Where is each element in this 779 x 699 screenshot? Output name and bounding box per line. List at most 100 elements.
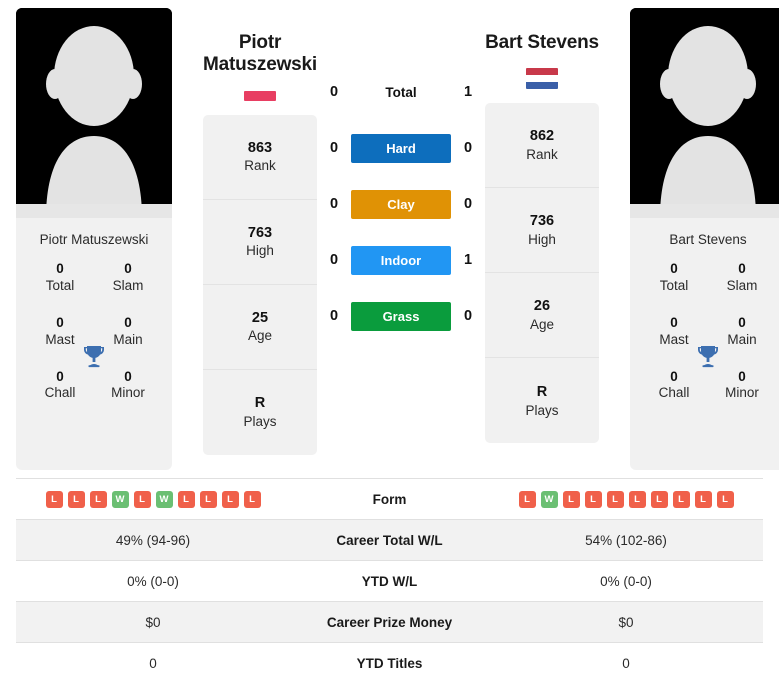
right-title-minor-label: Minor xyxy=(725,385,759,401)
right-title-slam-label: Slam xyxy=(726,277,758,293)
left-stat-age-value: 25 xyxy=(251,309,269,326)
h2h-grass-right-score: 0 xyxy=(463,308,473,324)
trophy-icon xyxy=(695,343,721,369)
form-badge-w: W xyxy=(155,490,173,508)
left-stat-high-value: 763 xyxy=(247,224,273,241)
left-ytd-wl: 0% (0-0) xyxy=(127,573,179,589)
right-stat-rank-value: 862 xyxy=(529,128,555,145)
right-form-cell: LWLLLLLLLL xyxy=(489,479,763,520)
right-titles-grid: 0 Total 0 Slam 0 Mast 0 Main 0 Chall 0 M… xyxy=(630,259,779,470)
avatar-placeholder-icon xyxy=(630,8,779,218)
right-title-total-label: Total xyxy=(659,277,689,293)
h2h-indoor-left-score: 0 xyxy=(329,252,339,268)
h2h-indoor-label[interactable]: Indoor xyxy=(351,245,451,275)
right-photo-caption: Bart Stevens xyxy=(669,232,747,247)
left-stat-rank-label: Rank xyxy=(244,158,276,174)
right-title-slam-value: 0 xyxy=(738,261,746,276)
left-title-total-value: 0 xyxy=(56,261,64,276)
form-badge-l: L xyxy=(584,490,602,508)
left-stat-plays: R Plays xyxy=(203,370,317,455)
right-title-minor: 0 Minor xyxy=(708,369,776,403)
form-badge-l: L xyxy=(199,490,217,508)
right-stat-age-label: Age xyxy=(529,317,555,333)
right-title-slam: 0 Slam xyxy=(708,261,776,295)
left-title-chall-value: 0 xyxy=(56,368,64,384)
right-stat-plays: R Plays xyxy=(485,358,599,443)
right-player-photo-card: Bart Stevens 0 Total 0 Slam 0 Mast 0 Mai… xyxy=(630,8,779,470)
form-badge-l: L xyxy=(177,490,195,508)
left-player-photo-card: Piotr Matuszewski 0 Total 0 Slam 0 Mast … xyxy=(16,8,172,470)
form-badge-l: L xyxy=(694,490,712,508)
right-stat-high-value: 736 xyxy=(529,213,555,230)
right-career-prize-money: $0 xyxy=(618,614,634,630)
left-stat-plays-value: R xyxy=(254,395,266,412)
left-stat-rank: 863 Rank xyxy=(203,115,317,200)
left-player-photo xyxy=(16,8,172,218)
right-player-name: Bart Stevens xyxy=(485,32,599,53)
right-stat-high: 736 High xyxy=(485,188,599,274)
right-stat-age: 26 Age xyxy=(485,273,599,359)
comparison-header: Piotr Matuszewski 0 Total 0 Slam 0 Mast … xyxy=(0,0,779,478)
right-title-minor-value: 0 xyxy=(738,368,746,384)
h2h-clay-label[interactable]: Clay xyxy=(351,189,451,219)
form-badge-l: L xyxy=(221,490,239,508)
h2h-clay-right-score: 0 xyxy=(463,196,473,212)
h2h-total-right-score: 1 xyxy=(463,84,473,100)
form-badge-l: L xyxy=(672,490,690,508)
h2h-row-hard: 0 Hard 0 xyxy=(317,120,485,176)
h2h-hard-right-score: 0 xyxy=(463,140,473,156)
right-player-header: Bart Stevens xyxy=(485,8,599,90)
h2h-hard-label[interactable]: Hard xyxy=(351,133,451,163)
right-title-chall: 0 Chall xyxy=(640,369,708,403)
right-title-total: 0 Total xyxy=(640,261,708,295)
row-label-ytd-titles: YTD Titles xyxy=(356,655,423,671)
form-badge-l: L xyxy=(650,490,668,508)
form-badge-w: W xyxy=(111,490,129,508)
left-player-name: Piotr Matuszewski xyxy=(203,32,317,77)
row-label-career-total-wl: Career Total W/L xyxy=(336,532,443,548)
h2h-row-grass: 0 Grass 0 xyxy=(317,288,485,344)
left-title-slam-value: 0 xyxy=(124,261,132,276)
left-title-slam-label: Slam xyxy=(112,277,144,293)
left-photo-caption: Piotr Matuszewski xyxy=(39,232,149,247)
left-career-total-wl: 49% (94-96) xyxy=(115,532,191,548)
right-ytd-wl: 0% (0-0) xyxy=(600,573,652,589)
h2h-hard-left-score: 0 xyxy=(329,140,339,156)
h2h-total-left-score: 0 xyxy=(329,84,339,100)
right-stat-age-value: 26 xyxy=(533,298,551,315)
form-badge-w: W xyxy=(540,490,558,508)
form-badge-l: L xyxy=(606,490,624,508)
right-ytd-titles: 0 xyxy=(622,655,630,671)
left-title-slam: 0 Slam xyxy=(94,261,162,295)
right-stat-plays-label: Plays xyxy=(525,402,559,418)
left-player-stats-column: Piotr Matuszewski 863 Rank 763 High 25 A… xyxy=(203,8,317,455)
form-badge-l: L xyxy=(716,490,734,508)
right-stat-rank-label: Rank xyxy=(526,147,558,163)
right-title-chall-label: Chall xyxy=(658,385,690,401)
left-career-prize-money: $0 xyxy=(145,614,161,630)
left-stat-age: 25 Age xyxy=(203,285,317,370)
left-stat-high-label: High xyxy=(246,243,274,259)
h2h-row-total: 0 Total 1 xyxy=(317,64,485,120)
left-stat-box: 863 Rank 763 High 25 Age R Plays xyxy=(203,114,317,455)
left-title-mast-value: 0 xyxy=(56,314,64,330)
left-stat-plays-label: Plays xyxy=(243,413,277,429)
right-title-mast-value: 0 xyxy=(670,314,678,330)
right-title-main-value: 0 xyxy=(738,314,746,330)
left-title-total: 0 Total xyxy=(26,261,94,295)
left-form-cell: LLLWLWLLLL xyxy=(16,479,290,520)
left-title-minor-value: 0 xyxy=(124,368,132,384)
table-row-career-total-wl: 49% (94-96) Career Total W/L 54% (102-86… xyxy=(16,519,763,561)
right-title-chall-value: 0 xyxy=(670,368,678,384)
table-row-career-prize-money: $0 Career Prize Money $0 xyxy=(16,601,763,643)
left-player-name-line2: Matuszewski xyxy=(203,54,317,76)
form-badge-l: L xyxy=(67,490,85,508)
left-title-chall-label: Chall xyxy=(44,385,76,401)
h2h-grass-label[interactable]: Grass xyxy=(351,301,451,331)
left-stat-high: 763 High xyxy=(203,200,317,285)
netherlands-flag-icon xyxy=(526,68,558,90)
right-stat-box: 862 Rank 736 High 26 Age R Plays xyxy=(485,103,599,444)
form-badge-l: L xyxy=(518,490,536,508)
trophy-icon xyxy=(81,343,107,369)
left-title-minor: 0 Minor xyxy=(94,369,162,403)
